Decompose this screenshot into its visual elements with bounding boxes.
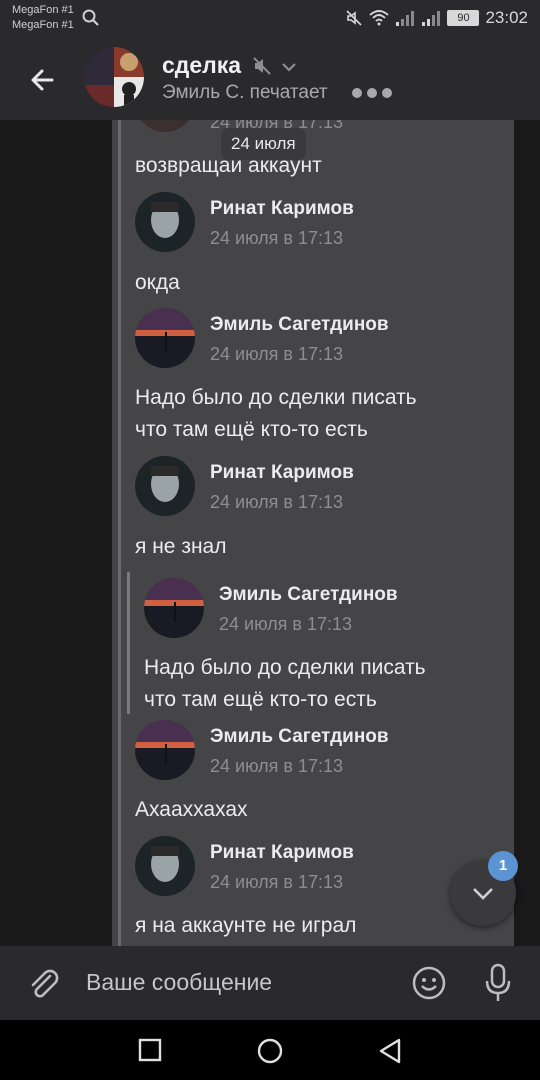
back-arrow-icon[interactable]	[24, 60, 64, 100]
reply-text: Надо было до сделки писать	[144, 656, 426, 679]
reply-sender-name[interactable]: Эмиль Сагетдинов	[219, 584, 398, 606]
unread-badge: 1	[488, 851, 518, 881]
avatar[interactable]	[135, 308, 195, 368]
message-list[interactable]: 24 июля в 17:13 возвращай аккаунт 24 июл…	[0, 120, 540, 946]
mute-icon	[346, 10, 363, 26]
chevron-down-icon[interactable]	[280, 60, 298, 74]
message-text: я на аккаунте не играл	[135, 914, 357, 937]
avatar[interactable]	[135, 720, 195, 780]
search-icon	[82, 9, 99, 26]
sender-name[interactable]: Эмиль Сагетдинов	[210, 314, 389, 336]
message-text: что там ещё кто-то есть	[135, 418, 368, 441]
date-divider: 24 июля	[221, 128, 306, 160]
message-text: я не знал	[135, 535, 227, 558]
wifi-icon	[369, 10, 390, 26]
battery-level: 90	[457, 12, 470, 24]
nav-circle-icon[interactable]	[256, 1037, 284, 1065]
attach-icon[interactable]	[24, 964, 62, 1002]
message-input[interactable]: Ваше сообщение	[86, 969, 272, 996]
message-text: окда	[135, 271, 180, 294]
signal-icon	[422, 11, 441, 26]
reply-time: 24 июля в 17:13	[219, 614, 353, 634]
avatar[interactable]	[135, 836, 195, 896]
message-time: 24 июля в 17:13	[210, 492, 344, 512]
sender-name[interactable]: Ринат Каримов	[210, 462, 354, 484]
message-time: 24 июля в 17:13	[210, 872, 344, 892]
chat-avatar[interactable]	[84, 47, 144, 107]
forwarded-bar	[118, 120, 121, 946]
chat-title[interactable]: сделка	[162, 52, 241, 79]
sender-name[interactable]: Ринат Каримов	[210, 842, 354, 864]
status-bar: MegaFon #1 MegaFon #1 90 23:02	[0, 0, 540, 38]
sender-name[interactable]: Ринат Каримов	[210, 198, 354, 220]
message-text: Надо было до сделки писать	[135, 386, 417, 409]
system-nav-bar	[0, 1020, 540, 1080]
message-time: 24 июля в 17:13	[210, 228, 344, 248]
reply-quote-bar	[127, 572, 130, 714]
chat-header: сделка Эмиль С. печатает	[0, 38, 540, 120]
avatar[interactable]	[135, 456, 195, 516]
sender-name[interactable]: Эмиль Сагетдинов	[210, 726, 389, 748]
nav-square-icon[interactable]	[138, 1038, 162, 1062]
status-time: 23:02	[485, 8, 528, 27]
message-time: 24 июля в 17:13	[210, 756, 344, 776]
muted-speaker-icon	[253, 57, 271, 75]
reply-text: что там ещё кто-то есть	[144, 688, 377, 711]
typing-status: Эмиль С. печатает	[162, 82, 328, 103]
message-composer: Ваше сообщение	[0, 946, 540, 1020]
signal-icon	[396, 11, 415, 26]
message-text: Ахааххахах	[135, 798, 248, 821]
chevron-down-icon	[473, 888, 493, 900]
avatar[interactable]	[144, 578, 204, 638]
typing-dots-icon	[352, 88, 392, 98]
carrier-2: MegaFon #1	[12, 19, 74, 31]
emoji-icon[interactable]	[411, 965, 447, 1001]
microphone-icon[interactable]	[482, 963, 514, 1003]
carrier-1: MegaFon #1	[12, 4, 74, 16]
battery-icon: 90	[447, 10, 480, 26]
avatar[interactable]	[135, 192, 195, 252]
nav-back-triangle-icon[interactable]	[377, 1037, 403, 1065]
message-time: 24 июля в 17:13	[210, 344, 344, 364]
